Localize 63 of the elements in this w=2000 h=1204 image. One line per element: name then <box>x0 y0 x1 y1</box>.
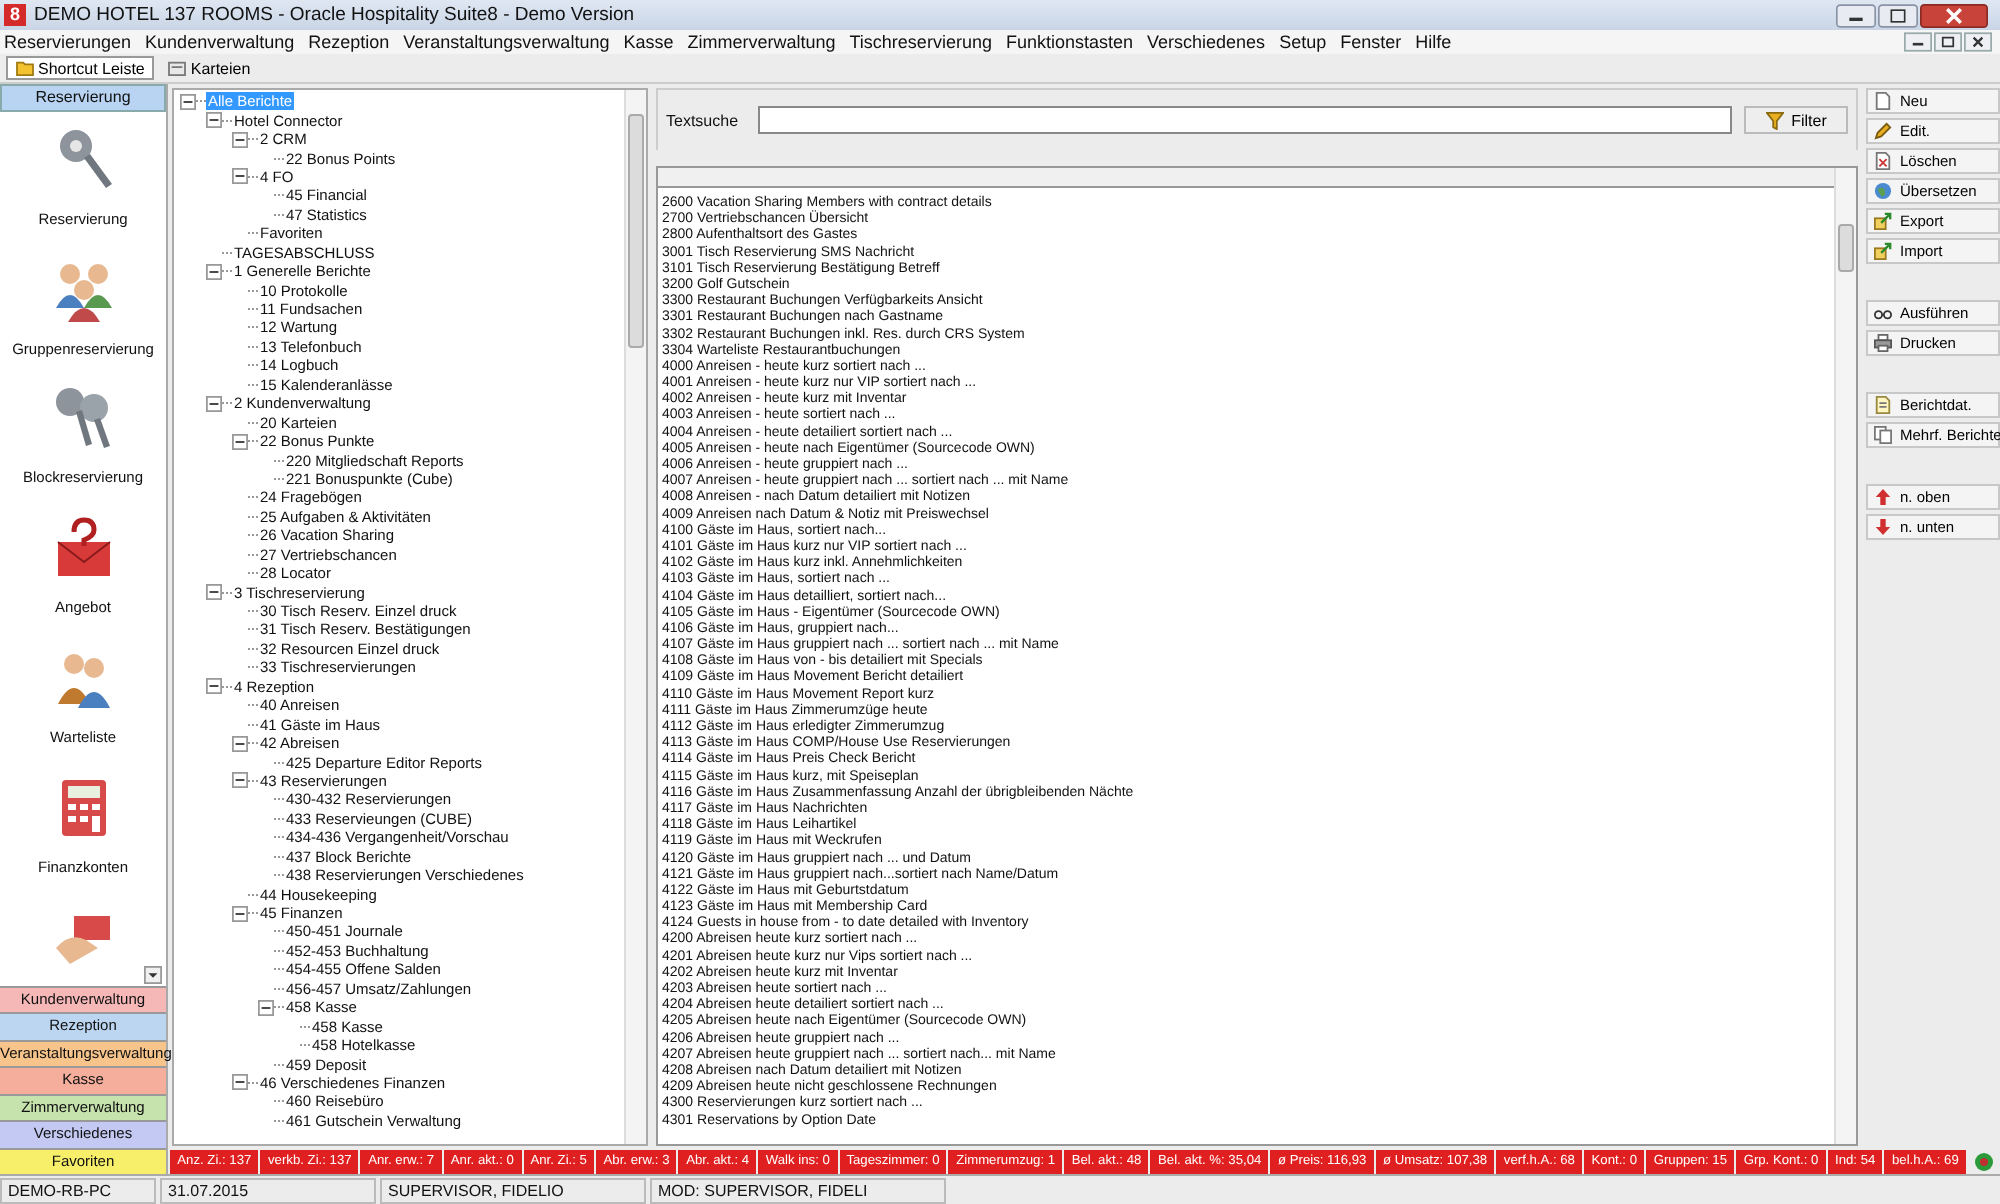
minimize-icon[interactable] <box>1836 3 1876 27</box>
collapse-icon[interactable] <box>232 772 248 789</box>
pencil-icon <box>1874 122 1892 140</box>
status-panel: MOD: SUPERVISOR, FIDELI <box>650 1177 946 1203</box>
arrow-icon <box>1874 212 1892 230</box>
collapse-icon[interactable] <box>258 999 274 1016</box>
menu-item[interactable]: Verschiedenes <box>1147 32 1266 52</box>
section-header[interactable]: Reservierung <box>0 84 166 112</box>
collapse-icon[interactable] <box>232 905 248 922</box>
toolbar-button[interactable]: Karteien <box>158 56 261 80</box>
menu-item[interactable]: Tischreservierung <box>849 32 992 52</box>
collapse-icon[interactable] <box>206 678 222 695</box>
document-icon <box>1874 396 1892 414</box>
app-icon: 8 <box>4 4 26 26</box>
collapse-icon[interactable] <box>232 735 248 752</box>
scroll-down-icon[interactable] <box>144 965 162 984</box>
restore-icon[interactable] <box>1934 32 1962 52</box>
window-title: DEMO HOTEL 137 ROOMS - Oracle Hospitality Suite8 - Demo Version <box>34 4 637 26</box>
scrollbar[interactable] <box>624 90 646 1144</box>
menu-item[interactable]: Hilfe <box>1415 32 1452 52</box>
scrollbar[interactable] <box>1834 168 1856 1144</box>
status-panel: 31.07.2015 <box>160 1177 376 1203</box>
globe-icon <box>1874 182 1892 200</box>
folder-icon <box>16 60 34 76</box>
minimize-icon[interactable] <box>1904 32 1932 52</box>
menu-item[interactable]: Kundenverwaltung <box>145 32 295 52</box>
glasses-icon <box>1874 304 1892 322</box>
collapse-icon[interactable] <box>206 112 222 129</box>
menu-item[interactable]: Reservierungen <box>4 32 132 52</box>
menu-item[interactable]: Setup <box>1279 32 1327 52</box>
filter-button[interactable]: Filter <box>1744 106 1848 134</box>
collapse-icon[interactable] <box>206 263 222 280</box>
status-panel: DEMO-RB-PC <box>0 1177 156 1203</box>
toolbar-button[interactable]: Shortcut Leiste <box>6 56 155 80</box>
search-label: Textsuche <box>666 111 741 129</box>
up-arrow-icon <box>1874 488 1892 506</box>
collapse-icon[interactable] <box>180 93 196 110</box>
menu-item[interactable]: Veranstaltungsverwaltung <box>403 32 610 52</box>
card-file-icon <box>168 60 187 76</box>
arrow-icon <box>1874 242 1892 260</box>
down-arrow-icon <box>1874 518 1892 536</box>
close-icon[interactable] <box>1964 32 1992 52</box>
menu-item[interactable]: Fenster <box>1340 32 1402 52</box>
printer-icon <box>1874 334 1892 352</box>
collapse-icon[interactable] <box>232 168 248 185</box>
status-panel: SUPERVISOR, FIDELIO <box>380 1177 646 1203</box>
collapse-icon[interactable] <box>232 433 248 450</box>
documents-icon <box>1874 426 1892 444</box>
collapse-icon[interactable] <box>232 131 248 148</box>
status-icon <box>1974 1151 1995 1171</box>
menu-item[interactable]: Funktionstasten <box>1005 32 1134 52</box>
page-icon <box>1874 152 1892 170</box>
funnel-icon <box>1765 111 1784 129</box>
search-field[interactable] <box>758 106 1732 134</box>
menu-item[interactable]: Zimmerverwaltung <box>687 32 836 52</box>
maximize-icon[interactable] <box>1878 3 1918 27</box>
menu-item[interactable]: Rezeption <box>308 32 390 52</box>
collapse-icon[interactable] <box>206 395 222 412</box>
close-icon[interactable] <box>1920 3 1988 27</box>
page-icon <box>1874 92 1892 110</box>
collapse-icon[interactable] <box>206 584 222 601</box>
menu-item[interactable]: Kasse <box>623 32 674 52</box>
collapse-icon[interactable] <box>232 1074 248 1091</box>
